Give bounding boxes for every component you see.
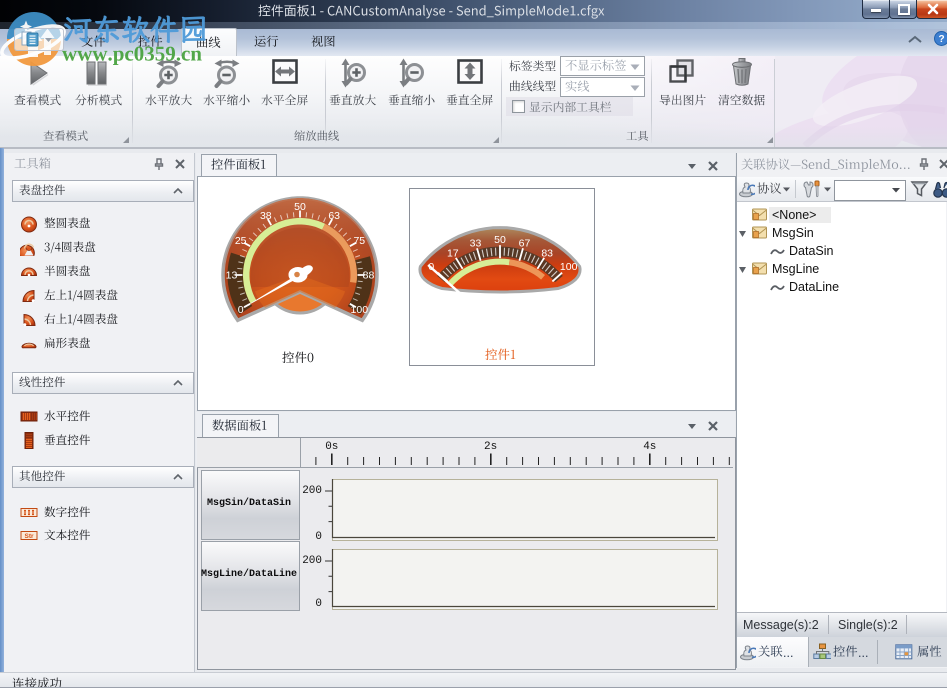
svg-text:88: 88: [363, 270, 375, 282]
svg-text:Str: Str: [24, 533, 34, 540]
svg-text:17: 17: [447, 248, 459, 260]
svg-text:13: 13: [226, 270, 238, 282]
svg-text:50: 50: [494, 234, 506, 246]
svg-text:?: ?: [938, 34, 944, 45]
svg-text:75: 75: [353, 235, 365, 247]
svg-text:0: 0: [238, 304, 244, 316]
svg-text:100: 100: [351, 304, 369, 316]
svg-text:83: 83: [541, 248, 553, 260]
svg-text:38: 38: [260, 210, 272, 222]
svg-text:50: 50: [294, 201, 306, 213]
svg-text:67: 67: [519, 238, 531, 250]
svg-text:100: 100: [560, 261, 578, 273]
svg-text:25: 25: [235, 235, 247, 247]
svg-text:33: 33: [470, 238, 482, 250]
svg-text:63: 63: [328, 210, 340, 222]
